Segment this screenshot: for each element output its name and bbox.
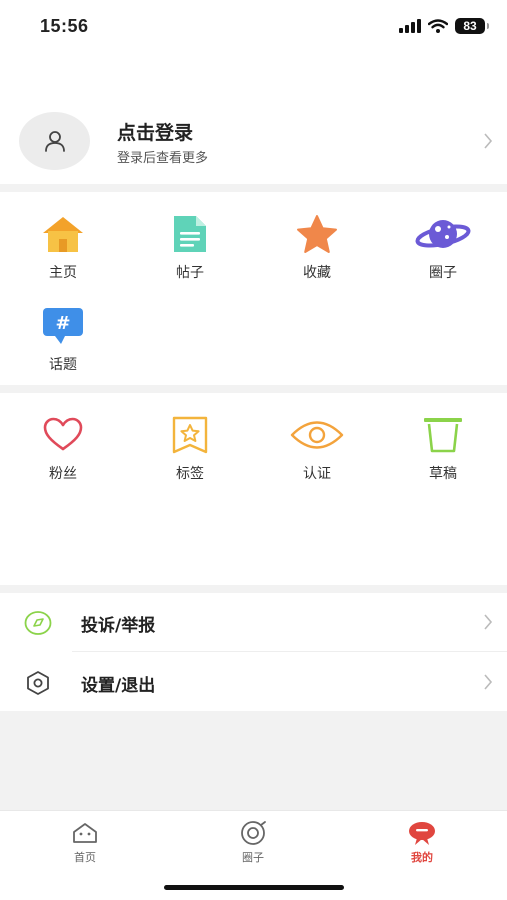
- planet-icon: [380, 214, 506, 254]
- grid-item-topics[interactable]: # 话题: [0, 284, 126, 373]
- grid-item-tags[interactable]: 标签: [127, 393, 253, 482]
- star-icon: [254, 214, 380, 254]
- feature-grid-primary: 主页 帖子 收藏 圈子 # 话题: [0, 192, 507, 385]
- wifi-icon: [428, 19, 448, 33]
- grid-item-home[interactable]: 主页: [0, 192, 126, 281]
- svg-text:#: #: [55, 313, 70, 334]
- menu-item-settings[interactable]: 设置/退出: [0, 653, 507, 711]
- tag-icon: [127, 415, 253, 455]
- user-icon: [44, 131, 65, 152]
- header-spacer: [0, 56, 507, 100]
- menu-list: 投诉/举报 设置/退出: [0, 593, 507, 711]
- login-section[interactable]: 点击登录 登录后查看更多: [0, 100, 507, 184]
- grid-item-fans[interactable]: 粉丝: [0, 393, 126, 482]
- login-subtitle: 登录后查看更多: [117, 151, 209, 166]
- home-icon: [0, 214, 126, 254]
- grid-label: 帖子: [176, 265, 204, 281]
- grid-label: 话题: [49, 357, 77, 373]
- grid-label: 标签: [176, 466, 204, 482]
- tab-circles[interactable]: 圈子: [203, 819, 303, 871]
- tab-label: 圈子: [242, 851, 264, 864]
- chevron-right-icon: [481, 671, 495, 693]
- mine-tab-icon: [372, 819, 472, 847]
- grid-item-verify[interactable]: 认证: [254, 393, 380, 482]
- tab-label: 首页: [74, 851, 96, 864]
- menu-item-report[interactable]: 投诉/举报: [0, 593, 507, 652]
- report-icon: [24, 609, 52, 637]
- chevron-right-icon: [481, 130, 495, 152]
- feature-grid-secondary: 粉丝 标签 认证 草稿: [0, 393, 507, 585]
- document-icon: [127, 214, 253, 254]
- grid-item-posts[interactable]: 帖子: [127, 192, 253, 281]
- battery-indicator: 83: [455, 18, 489, 34]
- login-title[interactable]: 点击登录: [117, 118, 193, 145]
- grid-item-favorites[interactable]: 收藏: [254, 192, 380, 281]
- chevron-right-icon: [481, 611, 495, 633]
- tab-mine[interactable]: 我的: [372, 819, 472, 871]
- settings-icon: [24, 669, 52, 697]
- grid-item-circles[interactable]: 圈子: [380, 192, 506, 281]
- grid-label: 圈子: [429, 265, 457, 281]
- signal-icon: [399, 19, 421, 33]
- eye-icon: [254, 415, 380, 455]
- divider: [72, 651, 507, 652]
- bin-icon: [380, 415, 506, 455]
- heart-icon: [0, 415, 126, 455]
- status-time: 15:56: [40, 16, 89, 36]
- menu-item-label: 设置/退出: [81, 676, 156, 696]
- menu-item-label: 投诉/举报: [81, 616, 156, 636]
- grid-label: 粉丝: [49, 466, 77, 482]
- grid-label: 收藏: [303, 265, 331, 281]
- hashtag-icon: #: [0, 306, 126, 346]
- grid-item-drafts[interactable]: 草稿: [380, 393, 506, 482]
- grid-label: 草稿: [429, 466, 457, 482]
- grid-label: 主页: [49, 265, 77, 281]
- tab-home[interactable]: 首页: [35, 819, 135, 871]
- tab-label: 我的: [411, 851, 433, 864]
- avatar[interactable]: [19, 112, 90, 170]
- status-icons: 83: [399, 18, 489, 34]
- home-tab-icon: [35, 819, 135, 847]
- status-bar: 15:56 83: [0, 0, 507, 56]
- home-indicator[interactable]: [164, 885, 344, 890]
- grid-label: 认证: [303, 466, 331, 482]
- circle-tab-icon: [203, 819, 303, 847]
